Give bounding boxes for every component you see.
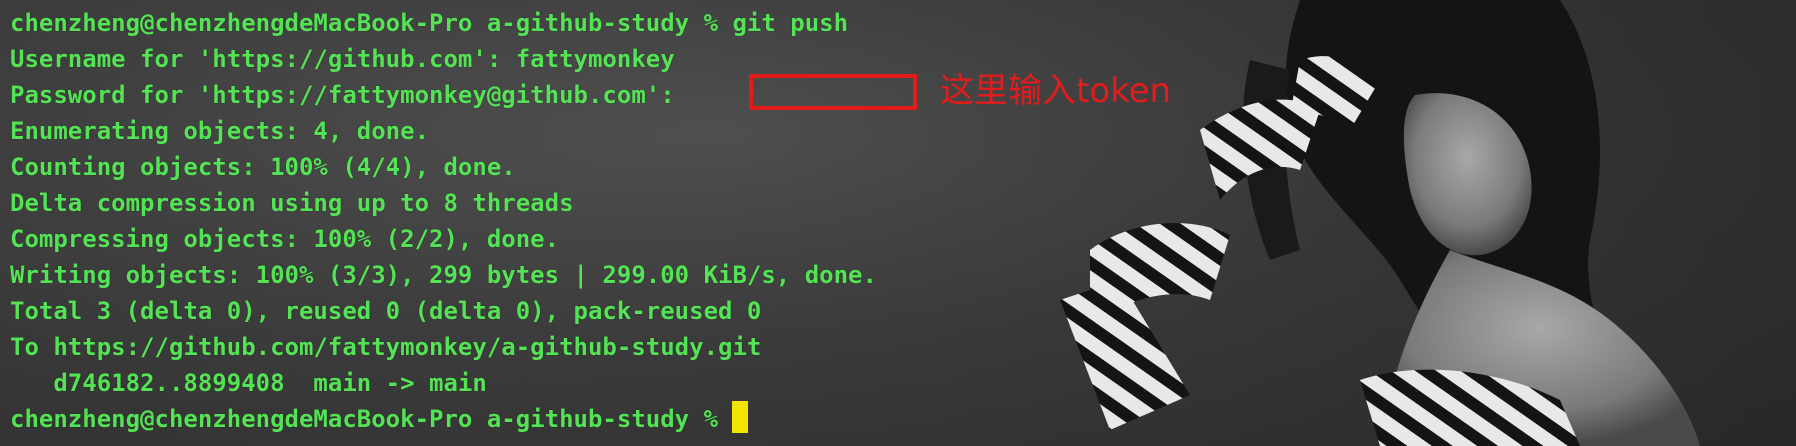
terminal-line: Counting objects: 100% (4/4), done. [10,153,516,181]
terminal-line: Total 3 (delta 0), reused 0 (delta 0), p… [10,297,762,325]
text-cursor [732,401,749,433]
terminal-prompt-line[interactable]: chenzheng@chenzhengdeMacBook-Pro a-githu… [10,401,877,437]
terminal-output: chenzheng@chenzhengdeMacBook-Pro a-githu… [10,5,877,437]
terminal-window[interactable]: chenzheng@chenzhengdeMacBook-Pro a-githu… [0,0,1796,446]
terminal-line: Compressing objects: 100% (2/2), done. [10,225,560,253]
terminal-line: d746182..8899408 main -> main [10,369,487,397]
token-annotation-label: 这里输入token [940,71,1172,111]
terminal-line: chenzheng@chenzhengdeMacBook-Pro a-githu… [10,9,849,37]
terminal-line: Delta compression using up to 8 threads [10,189,574,217]
terminal-line: Password for 'https://fattymonkey@github… [10,81,675,109]
terminal-line: Enumerating objects: 4, done. [10,117,430,145]
terminal-line: To https://github.com/fattymonkey/a-gith… [10,333,762,361]
terminal-line: Username for 'https://github.com': fatty… [10,45,675,73]
shell-prompt: chenzheng@chenzhengdeMacBook-Pro a-githu… [10,405,719,433]
terminal-line: Writing objects: 100% (3/3), 299 bytes |… [10,261,877,289]
password-highlight-box [749,74,917,110]
